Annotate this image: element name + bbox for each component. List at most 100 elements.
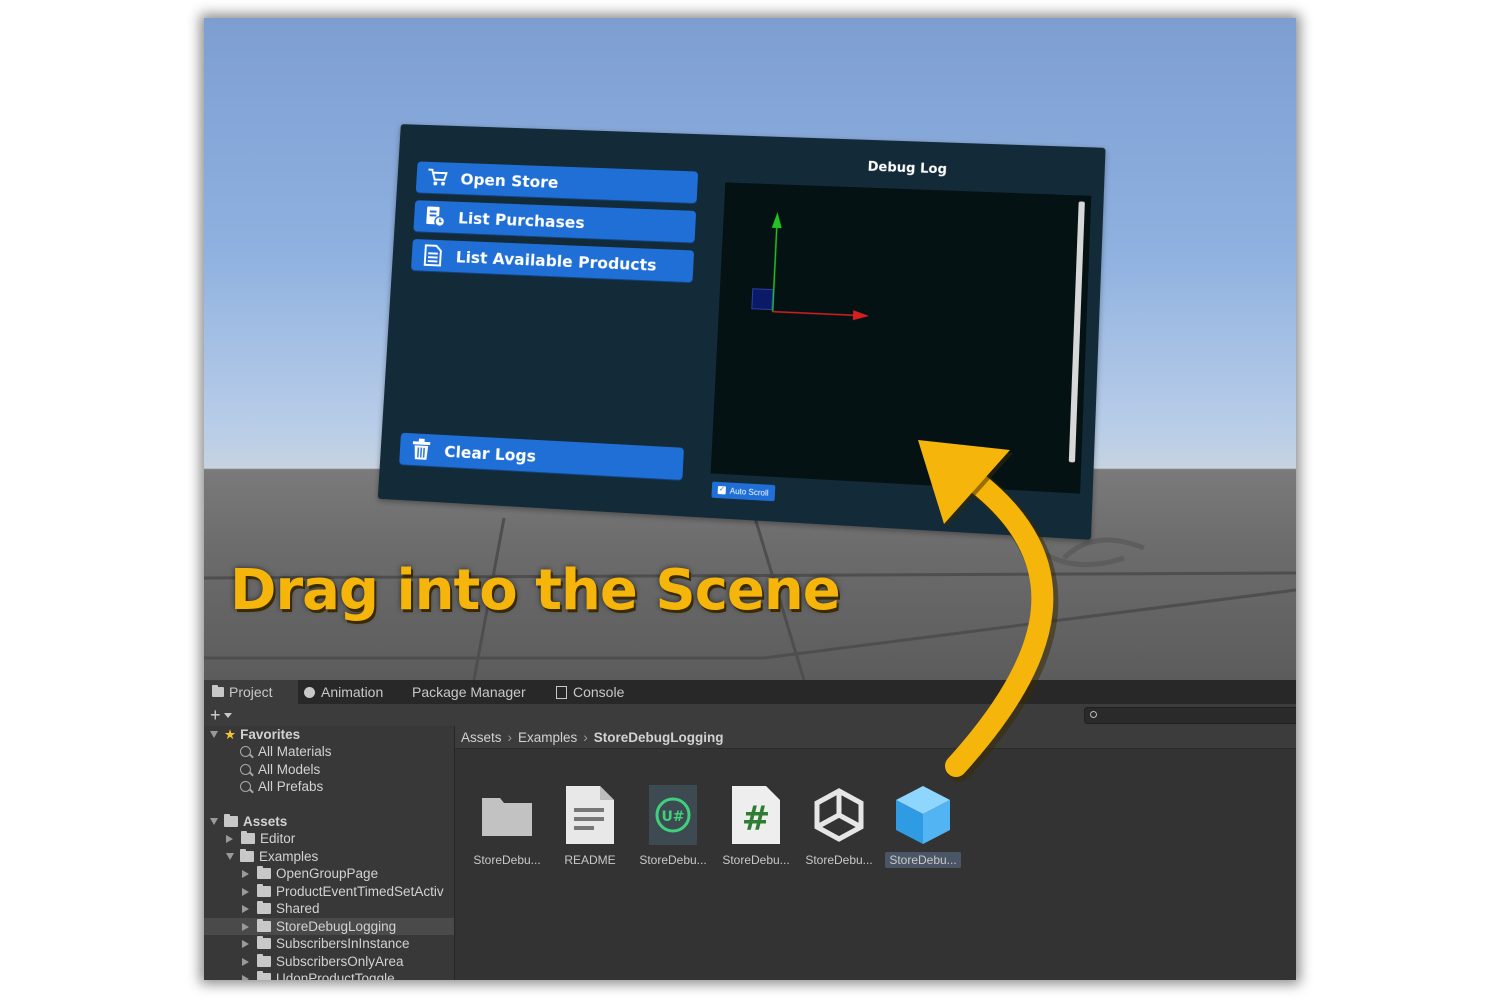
tab-package-manager[interactable]: Package Manager	[412, 680, 526, 704]
svg-text:#: #	[742, 799, 771, 839]
asset-item[interactable]: StoreDebu...	[469, 784, 545, 868]
folder-icon	[477, 784, 537, 846]
list-available-products-label: List Available Products	[455, 247, 658, 275]
auto-scroll-label: Auto Scroll	[729, 486, 769, 498]
asset-label: README	[564, 853, 616, 867]
tree-item-examples[interactable]: Examples	[226, 848, 318, 865]
tree-item-selected[interactable]: StoreDebugLogging	[204, 918, 454, 935]
expand-arrow-icon	[210, 818, 218, 825]
folder-icon	[257, 936, 271, 949]
project-window: Project Animation Package Manager Consol…	[204, 680, 1296, 980]
folder-open-icon	[240, 849, 254, 862]
prefab-cube-icon	[893, 784, 953, 846]
headline-text: Drag into the Scene	[230, 558, 841, 623]
favorite-item[interactable]: All Models	[240, 761, 320, 778]
csharp-script-icon: #	[726, 784, 786, 846]
transform-gizmo-icon	[751, 211, 870, 321]
folder-icon	[257, 919, 271, 932]
document-icon	[421, 243, 445, 267]
clear-logs-label: Clear Logs	[443, 441, 537, 466]
folder-icon	[257, 901, 271, 914]
breadcrumb: Assets › Examples › StoreDebugLogging	[455, 726, 1296, 749]
open-store-label: Open Store	[459, 169, 559, 192]
search-input[interactable]	[1084, 707, 1296, 724]
collapse-arrow-icon	[242, 957, 249, 966]
trash-icon	[409, 437, 434, 462]
favorite-item[interactable]: All Prefabs	[240, 778, 323, 795]
search-icon	[240, 764, 251, 775]
auto-scroll-toggle[interactable]: ✓ Auto Scroll	[711, 481, 776, 502]
add-asset-button[interactable]: +	[210, 704, 232, 726]
folder-icon	[257, 866, 271, 879]
collapse-arrow-icon	[242, 904, 249, 913]
text-document-icon	[560, 784, 620, 846]
asset-item[interactable]: StoreDebu...	[801, 784, 877, 868]
clock-icon	[304, 686, 315, 698]
collapse-arrow-icon	[226, 834, 233, 843]
list-available-products-button[interactable]: List Available Products	[410, 238, 695, 283]
checkbox-check-icon: ✓	[717, 485, 727, 495]
list-purchases-label: List Purchases	[457, 208, 586, 232]
star-icon: ★	[224, 726, 237, 742]
open-store-button[interactable]: Open Store	[415, 161, 699, 204]
folder-icon	[212, 685, 224, 697]
asset-item-selected[interactable]: StoreDebu...	[885, 784, 961, 868]
folder-icon	[257, 971, 271, 980]
tree-item[interactable]: SubscribersOnlyArea	[242, 953, 404, 970]
breadcrumb-item[interactable]: StoreDebugLogging	[594, 730, 724, 745]
udon-sharp-icon: U#	[643, 784, 703, 846]
assets-root[interactable]: Assets	[210, 813, 287, 830]
asset-item[interactable]: README	[552, 784, 628, 868]
collapse-arrow-icon	[242, 887, 249, 896]
tree-item[interactable]: ProductEventTimedSetActiv	[242, 883, 444, 900]
tab-animation[interactable]: Animation	[304, 680, 383, 704]
folder-icon	[257, 954, 271, 967]
dropdown-arrow-icon	[223, 712, 232, 718]
chevron-right-icon: ›	[507, 729, 513, 745]
project-folder-tree: ★ Favorites All Materials All Models All…	[204, 726, 455, 980]
tree-item[interactable]: UdonProductToggle	[242, 970, 395, 980]
screenshot-frame: Open Store List Purchases List Available…	[204, 18, 1296, 980]
console-icon	[556, 685, 567, 699]
asset-label: StoreDebu...	[805, 853, 873, 867]
collapse-arrow-icon	[242, 974, 249, 980]
search-icon	[240, 746, 251, 757]
search-icon	[240, 781, 251, 792]
collapse-arrow-icon	[242, 939, 249, 948]
collapse-arrow-icon	[242, 922, 249, 931]
tree-item[interactable]: Shared	[242, 900, 320, 917]
breadcrumb-item[interactable]: Assets	[461, 730, 502, 745]
expand-arrow-icon	[210, 731, 218, 738]
asset-item[interactable]: U# StoreDebu...	[635, 784, 711, 868]
search-icon	[1090, 711, 1097, 718]
tab-project[interactable]: Project	[204, 680, 298, 704]
list-purchases-button[interactable]: List Purchases	[413, 200, 697, 243]
unity-scene-icon	[809, 784, 869, 846]
asset-label: StoreDebu...	[722, 853, 790, 867]
folder-icon	[257, 884, 271, 897]
folder-open-icon	[224, 814, 238, 827]
folder-icon	[241, 831, 255, 844]
favorites-header[interactable]: ★ Favorites	[210, 726, 300, 743]
debug-log-area[interactable]	[710, 182, 1092, 494]
asset-label: StoreDebu...	[885, 852, 961, 868]
asset-label: StoreDebu...	[639, 853, 707, 867]
store-debug-panel: Open Store List Purchases List Available…	[377, 124, 1106, 540]
tab-console[interactable]: Console	[556, 680, 624, 704]
svg-text:U#: U#	[661, 809, 684, 825]
asset-item[interactable]: # StoreDebu...	[718, 784, 794, 868]
tree-item[interactable]: OpenGroupPage	[242, 865, 378, 882]
breadcrumb-item[interactable]: Examples	[518, 730, 577, 745]
chevron-right-icon: ›	[583, 729, 588, 745]
asset-label: StoreDebu...	[473, 853, 541, 867]
clear-logs-button[interactable]: Clear Logs	[399, 432, 684, 480]
project-toolbar: +	[204, 704, 1296, 727]
asset-grid: Assets › Examples › StoreDebugLogging St…	[455, 726, 1296, 980]
tree-item-editor[interactable]: Editor	[226, 830, 295, 847]
cart-icon	[425, 166, 449, 190]
editor-tabs: Project Animation Package Manager Consol…	[204, 680, 1296, 704]
favorite-item[interactable]: All Materials	[240, 743, 332, 760]
expand-arrow-icon	[226, 853, 234, 860]
tree-item[interactable]: SubscribersInInstance	[242, 935, 410, 952]
scene-view[interactable]: Open Store List Purchases List Available…	[204, 18, 1296, 680]
